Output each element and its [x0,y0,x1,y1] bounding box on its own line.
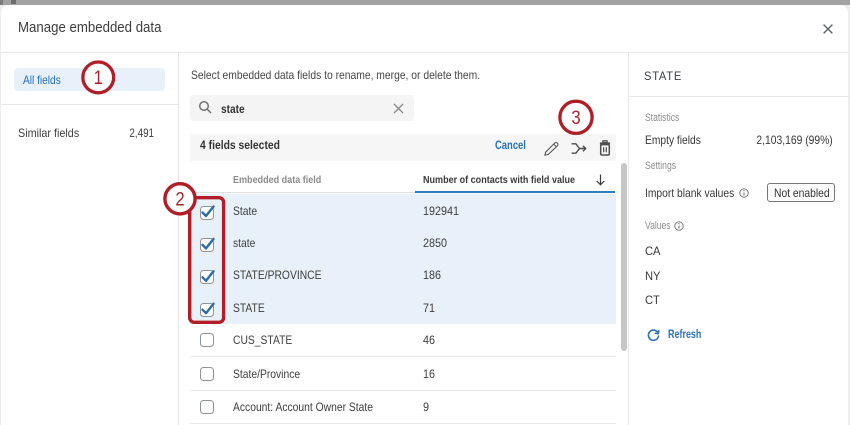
svg-text:2: 2 [175,189,184,210]
svg-text:3: 3 [571,107,580,128]
svg-text:1: 1 [94,67,103,88]
